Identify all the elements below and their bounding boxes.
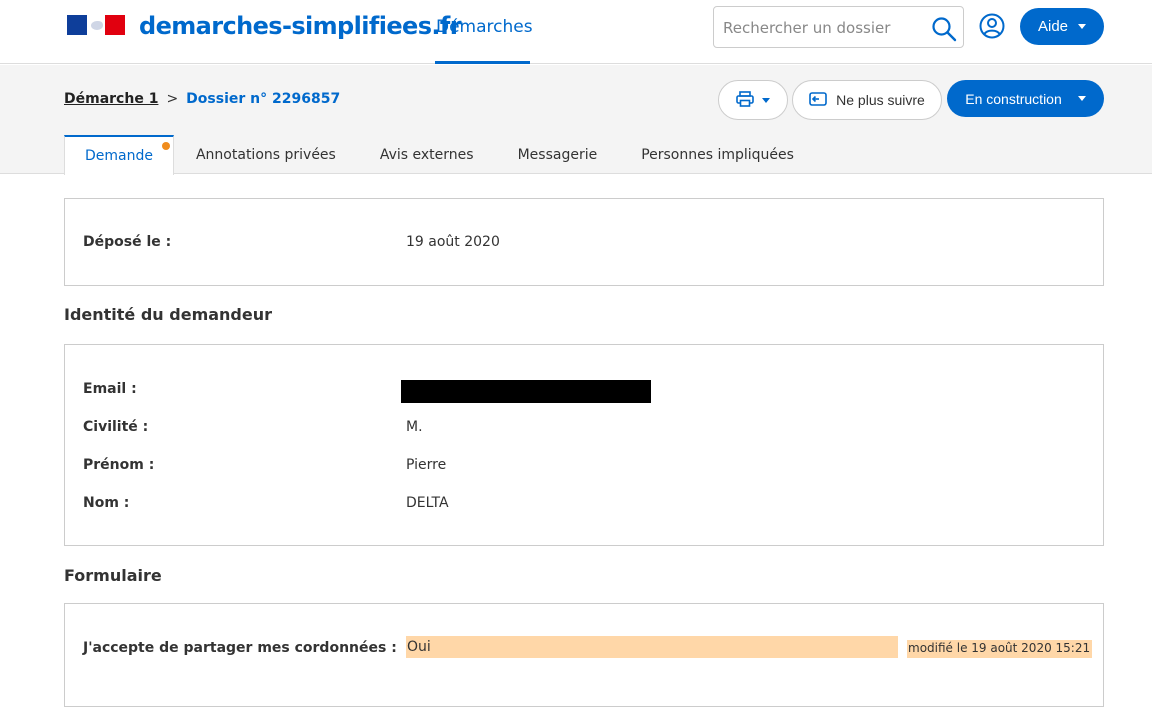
email-redacted-block bbox=[401, 380, 651, 403]
unfollow-icon bbox=[809, 91, 827, 109]
dossier-header: Démarche 1 > Dossier n° 2296857 Ne plus … bbox=[0, 65, 1152, 175]
deposit-label: Déposé le : bbox=[83, 234, 172, 250]
chevron-down-icon bbox=[762, 97, 770, 103]
breadcrumb-separator: > bbox=[166, 91, 179, 107]
tab-label: Demande bbox=[85, 148, 153, 164]
share-coordinates-label: J'accepte de partager mes cordonnées : bbox=[83, 640, 397, 656]
deposit-date: 19 août 2020 bbox=[406, 234, 500, 250]
tab-personnes-impliquees[interactable]: Personnes impliquées bbox=[619, 135, 816, 174]
tab-label: Avis externes bbox=[379, 146, 474, 163]
search-icon[interactable] bbox=[930, 15, 958, 43]
print-button[interactable] bbox=[718, 80, 788, 120]
breadcrumb-dossier[interactable]: Dossier n° 2296857 bbox=[186, 91, 340, 107]
tab-label: Messagerie bbox=[517, 146, 598, 163]
lastname-value: DELTA bbox=[406, 495, 449, 511]
modified-timestamp: modifié le 19 août 2020 15:21 bbox=[907, 640, 1093, 658]
help-button-label: Aide bbox=[1037, 18, 1069, 35]
chevron-down-icon bbox=[1078, 24, 1087, 29]
notification-dot bbox=[161, 142, 170, 150]
tab-label: Annotations privées bbox=[195, 146, 336, 163]
share-coordinates-value: Oui bbox=[406, 636, 898, 658]
nav-demarches-link[interactable]: Démarches bbox=[436, 17, 533, 37]
form-card: J'accepte de partager mes cordonnées : O… bbox=[64, 603, 1104, 707]
email-label: Email : bbox=[83, 381, 137, 397]
breadcrumb: Démarche 1 > Dossier n° 2296857 bbox=[64, 91, 340, 107]
unfollow-button-label: Ne plus suivre bbox=[836, 92, 925, 108]
status-dropdown-button[interactable]: En construction bbox=[947, 80, 1104, 117]
tab-annotations-privees[interactable]: Annotations privées bbox=[174, 135, 358, 174]
tab-avis-externes[interactable]: Avis externes bbox=[358, 135, 496, 174]
top-header: demarches-simplifiees.fr Démarches Aide bbox=[0, 0, 1152, 64]
firstname-value: Pierre bbox=[406, 457, 447, 473]
site-brand[interactable]: demarches-simplifiees.fr bbox=[139, 12, 462, 40]
unfollow-button[interactable]: Ne plus suivre bbox=[792, 80, 942, 120]
lastname-label: Nom : bbox=[83, 495, 130, 511]
tab-demande[interactable]: Demande bbox=[64, 135, 174, 175]
nav-active-underline bbox=[435, 61, 530, 64]
civility-label: Civilité : bbox=[83, 419, 149, 435]
status-label: En construction bbox=[965, 90, 1062, 107]
identity-card: Email : Civilité : M. Prénom : Pierre No… bbox=[64, 344, 1104, 546]
identity-section-title: Identité du demandeur bbox=[64, 305, 273, 324]
firstname-label: Prénom : bbox=[83, 457, 155, 473]
chevron-down-icon bbox=[1077, 96, 1086, 101]
form-section-title: Formulaire bbox=[64, 566, 162, 585]
tab-label: Personnes impliquées bbox=[641, 146, 794, 163]
help-button[interactable]: Aide bbox=[1020, 8, 1104, 45]
printer-icon bbox=[736, 90, 754, 110]
marianne-logo-icon[interactable] bbox=[67, 15, 125, 35]
user-account-icon[interactable] bbox=[979, 13, 1005, 39]
dossier-tabs: Demande Annotations privées Avis externe… bbox=[64, 135, 816, 175]
breadcrumb-demarche-link[interactable]: Démarche 1 bbox=[64, 91, 158, 107]
civility-value: M. bbox=[406, 419, 423, 435]
search-input[interactable] bbox=[723, 17, 918, 39]
search-box bbox=[713, 6, 964, 48]
tab-messagerie[interactable]: Messagerie bbox=[496, 135, 620, 174]
deposit-card: Déposé le : 19 août 2020 bbox=[64, 198, 1104, 286]
